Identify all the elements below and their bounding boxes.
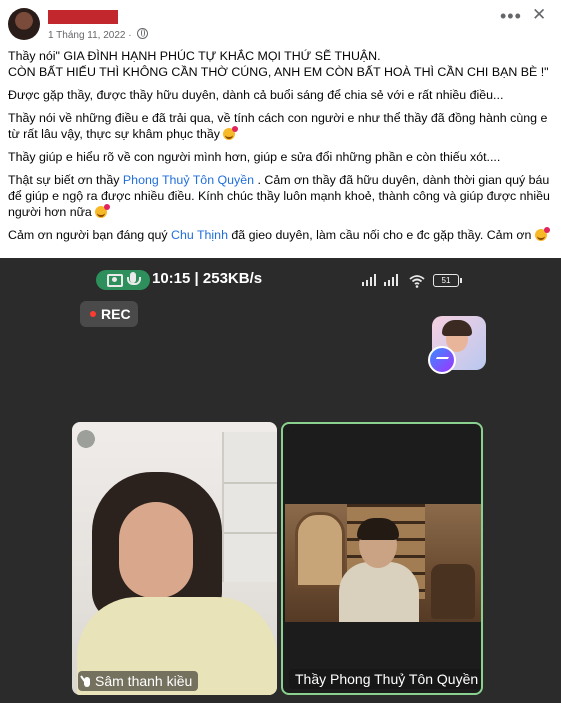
battery-icon: 51 bbox=[433, 274, 462, 287]
paragraph: Cảm ơn người bạn đáng quý Chu Thịnh đã g… bbox=[8, 227, 556, 243]
microphone-icon bbox=[127, 272, 141, 285]
text: Thầy nói về những điều e đã trải qua, về… bbox=[8, 111, 548, 141]
messenger-icon[interactable] bbox=[428, 346, 456, 374]
smiling-face-hearts-emoji-icon bbox=[223, 126, 239, 140]
globe-icon bbox=[137, 28, 149, 39]
paragraph: Thầy nói" GIA ĐÌNH HẠNH PHÚC TỰ KHẮC MỌI… bbox=[8, 48, 556, 80]
text: Cảm ơn người bạn đáng quý bbox=[8, 228, 172, 242]
rec-label: REC bbox=[101, 306, 131, 322]
plant-decoration bbox=[72, 422, 100, 456]
signal-icon bbox=[362, 274, 376, 286]
paragraph: Thầy nói về những điều e đã trải qua, về… bbox=[8, 110, 556, 142]
smiling-face-hearts-emoji-icon bbox=[534, 227, 550, 241]
profile-link-chu-thinh[interactable]: Chu Thịnh bbox=[171, 228, 228, 242]
paragraph: Được gặp thầy, được thầy hữu duyên, dành… bbox=[8, 88, 504, 102]
text: CÒN BẤT HIẾU THÌ KHÔNG CẦN THỜ CÚNG, ANH… bbox=[8, 65, 549, 79]
signal-icon bbox=[384, 274, 398, 286]
armchair bbox=[431, 564, 475, 619]
participant-tile-left[interactable]: Sâm thanh kiều bbox=[72, 422, 277, 695]
post-meta: 1 Tháng 11, 2022 · bbox=[48, 28, 149, 41]
author-name-redacted[interactable] bbox=[48, 10, 118, 24]
participant-name-label: Thầy Phong Thuỷ Tôn Quyền bbox=[289, 669, 481, 689]
participant-body bbox=[339, 562, 419, 622]
arched-doorway bbox=[295, 512, 345, 588]
more-options-icon[interactable]: ••• bbox=[500, 7, 522, 25]
post-body: Thầy nói" GIA ĐÌNH HẠNH PHÚC TỰ KHẮC MỌI… bbox=[8, 48, 556, 250]
participant-name: Sâm thanh kiều bbox=[95, 673, 193, 689]
post-header: 1 Tháng 11, 2022 · ••• ✕ bbox=[0, 0, 561, 44]
rec-button[interactable]: REC bbox=[80, 301, 138, 327]
shelf-background bbox=[222, 432, 277, 582]
mic-off-icon bbox=[84, 677, 90, 687]
participant-name-label: Sâm thanh kiều bbox=[78, 671, 199, 691]
page-link-phong-thuy-ton-quyen[interactable]: Phong Thuỷ Tôn Quyền bbox=[123, 173, 254, 187]
avatar[interactable] bbox=[8, 8, 40, 40]
participant-tile-right-active[interactable]: Thầy Phong Thuỷ Tôn Quyền bbox=[281, 422, 483, 695]
smiling-face-hearts-emoji-icon bbox=[95, 204, 111, 218]
call-status-pill[interactable] bbox=[96, 270, 150, 290]
participant-head bbox=[357, 518, 399, 568]
paragraph: Thầy giúp e hiểu rõ về con người mình hơ… bbox=[8, 150, 501, 164]
text: Thật sự biết ơn thầy bbox=[8, 173, 123, 187]
record-dot-icon bbox=[90, 311, 96, 317]
status-bar-clock: 10:15 | 253KB/s bbox=[152, 270, 263, 287]
wifi-icon bbox=[409, 275, 425, 288]
video-call-screenshot[interactable]: 10:15 | 253KB/s 51 REC Sâm thanh kiều Th… bbox=[0, 258, 561, 703]
video-feed-room bbox=[285, 504, 481, 622]
post-date[interactable]: 1 Tháng 11, 2022 bbox=[48, 30, 125, 41]
text: Thầy nói" GIA ĐÌNH HẠNH PHÚC TỰ KHẮC MỌI… bbox=[8, 49, 381, 63]
close-icon[interactable]: ✕ bbox=[532, 6, 546, 23]
camera-icon bbox=[107, 274, 123, 287]
participant-face bbox=[119, 502, 193, 598]
paragraph: Thật sự biết ơn thầy Phong Thuỷ Tôn Quyề… bbox=[8, 172, 556, 220]
text: đã gieo duyên, làm cầu nối cho e đc gặp … bbox=[227, 228, 532, 242]
